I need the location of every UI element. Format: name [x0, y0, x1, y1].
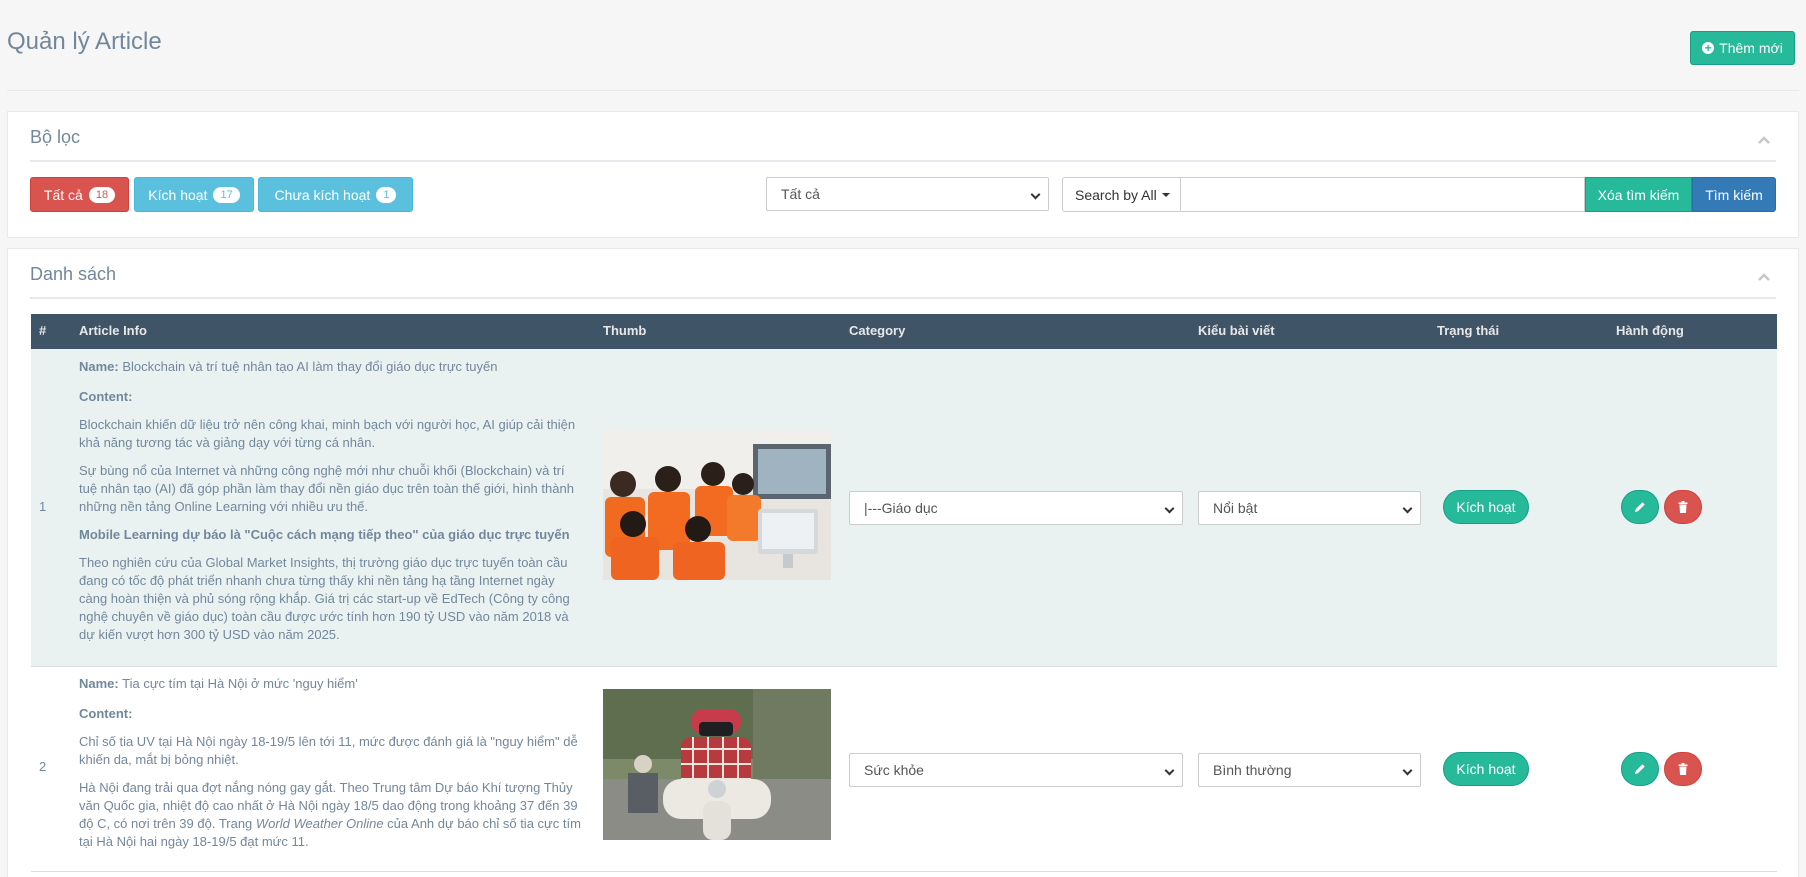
thumbnail-image [603, 689, 831, 840]
content-paragraph: Sự bùng nổ của Internet và những công ng… [79, 463, 574, 514]
column-header-thumb: Thumb [603, 323, 647, 338]
filter-tag-label: Chưa kích hoạt [274, 186, 371, 203]
article-type-select[interactable]: Bình thường [1198, 753, 1421, 787]
column-header-info: Article Info [79, 323, 147, 338]
delete-button[interactable] [1664, 752, 1702, 786]
status-toggle-button[interactable]: Kích hoạt [1443, 490, 1529, 524]
status-toggle-button[interactable]: Kích hoạt [1443, 752, 1529, 786]
content-paragraph: Chỉ số tia UV tại Hà Nội ngày 18-19/5 lê… [79, 734, 578, 767]
article-info: Name: Blockchain và trí tuệ nhân tạo AI … [79, 358, 586, 654]
category-select[interactable]: Sức khỏe [849, 753, 1183, 787]
row-number: 2 [39, 759, 47, 774]
article-type-select[interactable]: Nổi bật [1198, 491, 1421, 525]
article-info: Name: Tia cực tím tại Hà Nội ở mức 'nguy… [79, 675, 586, 861]
category-value: Sức khỏe [864, 762, 924, 778]
filter-tag-inactive[interactable]: Chưa kích hoạt 1 [258, 177, 413, 212]
trash-icon [1678, 501, 1688, 513]
caret-down-icon [1161, 192, 1170, 197]
count-badge: 17 [213, 186, 240, 203]
plus-circle-icon: + [1702, 42, 1715, 54]
content-label: Content: [79, 706, 133, 721]
row-number: 1 [39, 499, 47, 514]
search-group: Search by All Xóa tìm kiếm Tìm kiếm [1062, 177, 1776, 212]
content-label: Content: [79, 389, 133, 404]
filter-panel: Bộ lọc Tất cả 18 Kích hoạt 17 Chưa kích … [7, 111, 1799, 238]
edit-button[interactable] [1621, 490, 1659, 524]
panel-divider [30, 160, 1776, 162]
filter-heading: Bộ lọc [30, 127, 81, 147]
category-filter-select[interactable]: Tất cả [766, 177, 1049, 211]
category-select[interactable]: |---Giáo dục [849, 491, 1183, 525]
content-subheading: Mobile Learning dự báo là "Cuộc cách mạn… [79, 527, 570, 542]
chevron-down-icon [1402, 765, 1413, 776]
content-paragraph: Theo nghiên cứu của Global Market Insigh… [79, 555, 570, 642]
table-row: 2 Name: Tia cực tím tại Hà Nội ở mức 'ng… [31, 667, 1777, 872]
table-row: 1 Name: Blockchain và trí tuệ nhân tạo A… [31, 349, 1777, 667]
chevron-up-icon[interactable] [1758, 134, 1770, 146]
search-input[interactable] [1181, 177, 1585, 212]
search-button[interactable]: Tìm kiếm [1692, 177, 1776, 212]
title-divider [7, 90, 1799, 91]
count-badge: 1 [376, 186, 397, 203]
pencil-icon [1635, 502, 1645, 512]
column-header-number: # [39, 323, 47, 338]
content-paragraph: Blockchain khiến dữ liệu trở nên công kh… [79, 417, 576, 450]
chevron-down-icon [1402, 503, 1413, 514]
trash-icon [1678, 763, 1688, 775]
name-label: Name: [79, 359, 119, 374]
category-filter-value: Tất cả [781, 186, 820, 202]
column-header-status: Trạng thái [1437, 323, 1500, 338]
article-type-value: Bình thường [1213, 762, 1292, 778]
chevron-down-icon [1164, 503, 1175, 514]
edit-button[interactable] [1621, 752, 1659, 786]
filter-tag-all[interactable]: Tất cả 18 [30, 177, 129, 212]
pencil-icon [1635, 764, 1645, 774]
chevron-down-icon [1030, 189, 1041, 200]
thumbnail-image [603, 429, 831, 580]
filter-tag-label: Tất cả [43, 186, 83, 203]
article-name: Blockchain và trí tuệ nhân tạo AI làm th… [122, 359, 498, 374]
chevron-down-icon [1164, 765, 1175, 776]
panel-divider [30, 297, 1776, 299]
article-table: # Article Info Thumb Category Kiểu bài v… [31, 314, 1777, 872]
filter-tag-active[interactable]: Kích hoạt 17 [134, 177, 254, 212]
search-by-dropdown[interactable]: Search by All [1062, 177, 1181, 212]
column-header-type: Kiểu bài viết [1198, 323, 1275, 338]
name-label: Name: [79, 676, 119, 691]
table-header: # Article Info Thumb Category Kiểu bài v… [31, 314, 1777, 349]
clear-search-button[interactable]: Xóa tìm kiếm [1585, 177, 1692, 212]
category-value: |---Giáo dục [864, 500, 938, 516]
column-header-actions: Hành động [1616, 323, 1684, 338]
article-type-value: Nổi bật [1213, 500, 1258, 516]
count-badge: 18 [88, 186, 116, 203]
column-header-category: Category [849, 323, 906, 338]
chevron-up-icon[interactable] [1758, 271, 1770, 283]
content-paragraph: Hà Nội đang trải qua đợt nắng nóng gay g… [79, 780, 581, 849]
add-new-label: Thêm mới [1719, 40, 1783, 56]
list-heading: Danh sách [30, 264, 117, 284]
article-name: Tia cực tím tại Hà Nội ở mức 'nguy hiểm' [122, 676, 358, 691]
list-panel: Danh sách # Article Info Thumb Category … [7, 248, 1799, 877]
filter-tag-label: Kích hoạt [148, 186, 208, 203]
delete-button[interactable] [1664, 490, 1702, 524]
add-new-button[interactable]: + Thêm mới [1690, 31, 1795, 65]
page-title: Quản lý Article [7, 28, 162, 55]
search-by-label: Search by All [1075, 186, 1157, 203]
